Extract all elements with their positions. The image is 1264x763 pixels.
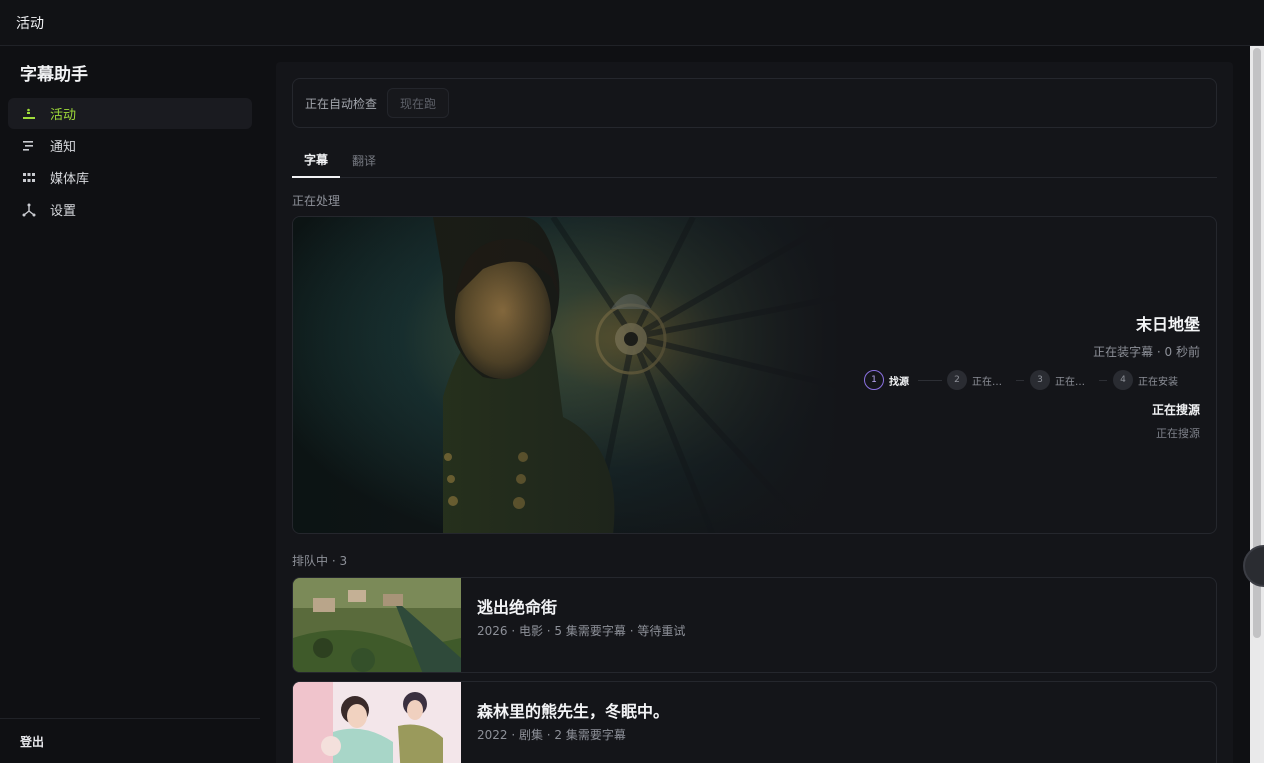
sidebar-item-notifications[interactable]: 通知	[8, 130, 252, 161]
floating-assistant-button[interactable]	[1243, 545, 1264, 587]
queue-item-title: 逃出绝命街	[477, 598, 558, 617]
main-content: 正在自动检查 现在跑 字幕 翻译 正在处理 末日地堡 正在装字幕 · 0 秒前 …	[276, 62, 1233, 763]
sidebar: 字幕助手 活动 通知 媒体库 设置 登出	[0, 46, 260, 763]
step-2: 2 正在…	[947, 369, 1002, 391]
sidebar-item-settings[interactable]: 设置	[8, 194, 252, 225]
processing-section-label: 正在处理	[292, 194, 341, 208]
processing-title: 末日地堡	[1135, 315, 1200, 334]
step-connector	[1099, 380, 1107, 381]
activity-icon	[22, 107, 36, 121]
sidebar-item-label: 通知	[50, 140, 77, 155]
queue-item-title: 森林里的熊先生，冬眠中。	[477, 702, 670, 721]
grid-library-icon	[22, 171, 36, 185]
sidebar-item-label: 设置	[50, 204, 77, 219]
step-number: 1	[864, 370, 884, 390]
step-3: 3 正在…	[1030, 369, 1085, 391]
step-label: 正在安装	[1138, 376, 1178, 388]
page-scrollbar[interactable]	[1250, 46, 1264, 763]
auto-check-label: 正在自动检查	[305, 96, 378, 111]
sidebar-nav: 活动 通知 媒体库 设置	[8, 98, 252, 226]
settings-nodes-icon	[22, 203, 36, 217]
logout-button[interactable]: 登出	[0, 718, 260, 763]
auto-check-panel: 正在自动检查 现在跑	[292, 78, 1217, 128]
processing-status: 正在搜源	[1151, 403, 1200, 417]
processing-info: 末日地堡 正在装字幕 · 0 秒前	[840, 311, 1200, 360]
queue-item-meta: 2022 · 剧集 · 2 集需要字幕	[477, 728, 626, 742]
processing-status-detail: 正在搜源	[1156, 427, 1200, 440]
progress-steps: 1 找源 2 正在… 3 正在… 4 正在安装	[864, 369, 1184, 391]
tab-translation[interactable]: 翻译	[340, 142, 388, 178]
sidebar-item-label: 活动	[50, 108, 77, 123]
run-now-button[interactable]: 现在跑	[387, 88, 450, 118]
queue-item-meta: 2026 · 电影 · 5 集需要字幕 · 等待重试	[477, 624, 686, 638]
queue-item[interactable]: 森林里的熊先生，冬眠中。 2022 · 剧集 · 2 集需要字幕	[292, 681, 1217, 763]
processing-card[interactable]: 末日地堡 正在装字幕 · 0 秒前 1 找源 2 正在… 3 正在… 4 正在安…	[292, 216, 1217, 534]
sidebar-item-label: 媒体库	[50, 172, 90, 187]
step-connector	[1016, 380, 1024, 381]
step-number: 2	[947, 370, 967, 390]
queue-item-thumbnail	[293, 578, 461, 672]
queue-item[interactable]: 逃出绝命街 2026 · 电影 · 5 集需要字幕 · 等待重试	[292, 577, 1217, 673]
tab-bar: 字幕 翻译	[292, 142, 1217, 178]
sidebar-item-activity[interactable]: 活动	[8, 98, 252, 129]
sidebar-item-library[interactable]: 媒体库	[8, 162, 252, 193]
step-label: 找源	[889, 376, 909, 388]
page-title: 活动	[16, 15, 44, 32]
step-number: 4	[1113, 370, 1133, 390]
step-4: 4 正在安装	[1113, 369, 1178, 391]
processing-poster-image	[293, 217, 841, 533]
processing-subtitle: 正在装字幕 · 0 秒前	[1093, 345, 1200, 359]
tab-subtitles[interactable]: 字幕	[292, 142, 341, 178]
step-label: 正在…	[1055, 376, 1085, 388]
app-brand: 字幕助手	[20, 65, 88, 85]
queue-section-label: 排队中 · 3	[292, 554, 348, 568]
top-bar: 活动	[0, 0, 1264, 46]
bell-list-icon	[22, 139, 36, 153]
step-number: 3	[1030, 370, 1050, 390]
queue-item-thumbnail	[293, 682, 461, 763]
step-label: 正在…	[972, 376, 1002, 388]
step-1: 1 找源	[864, 369, 909, 391]
step-connector	[918, 380, 942, 381]
